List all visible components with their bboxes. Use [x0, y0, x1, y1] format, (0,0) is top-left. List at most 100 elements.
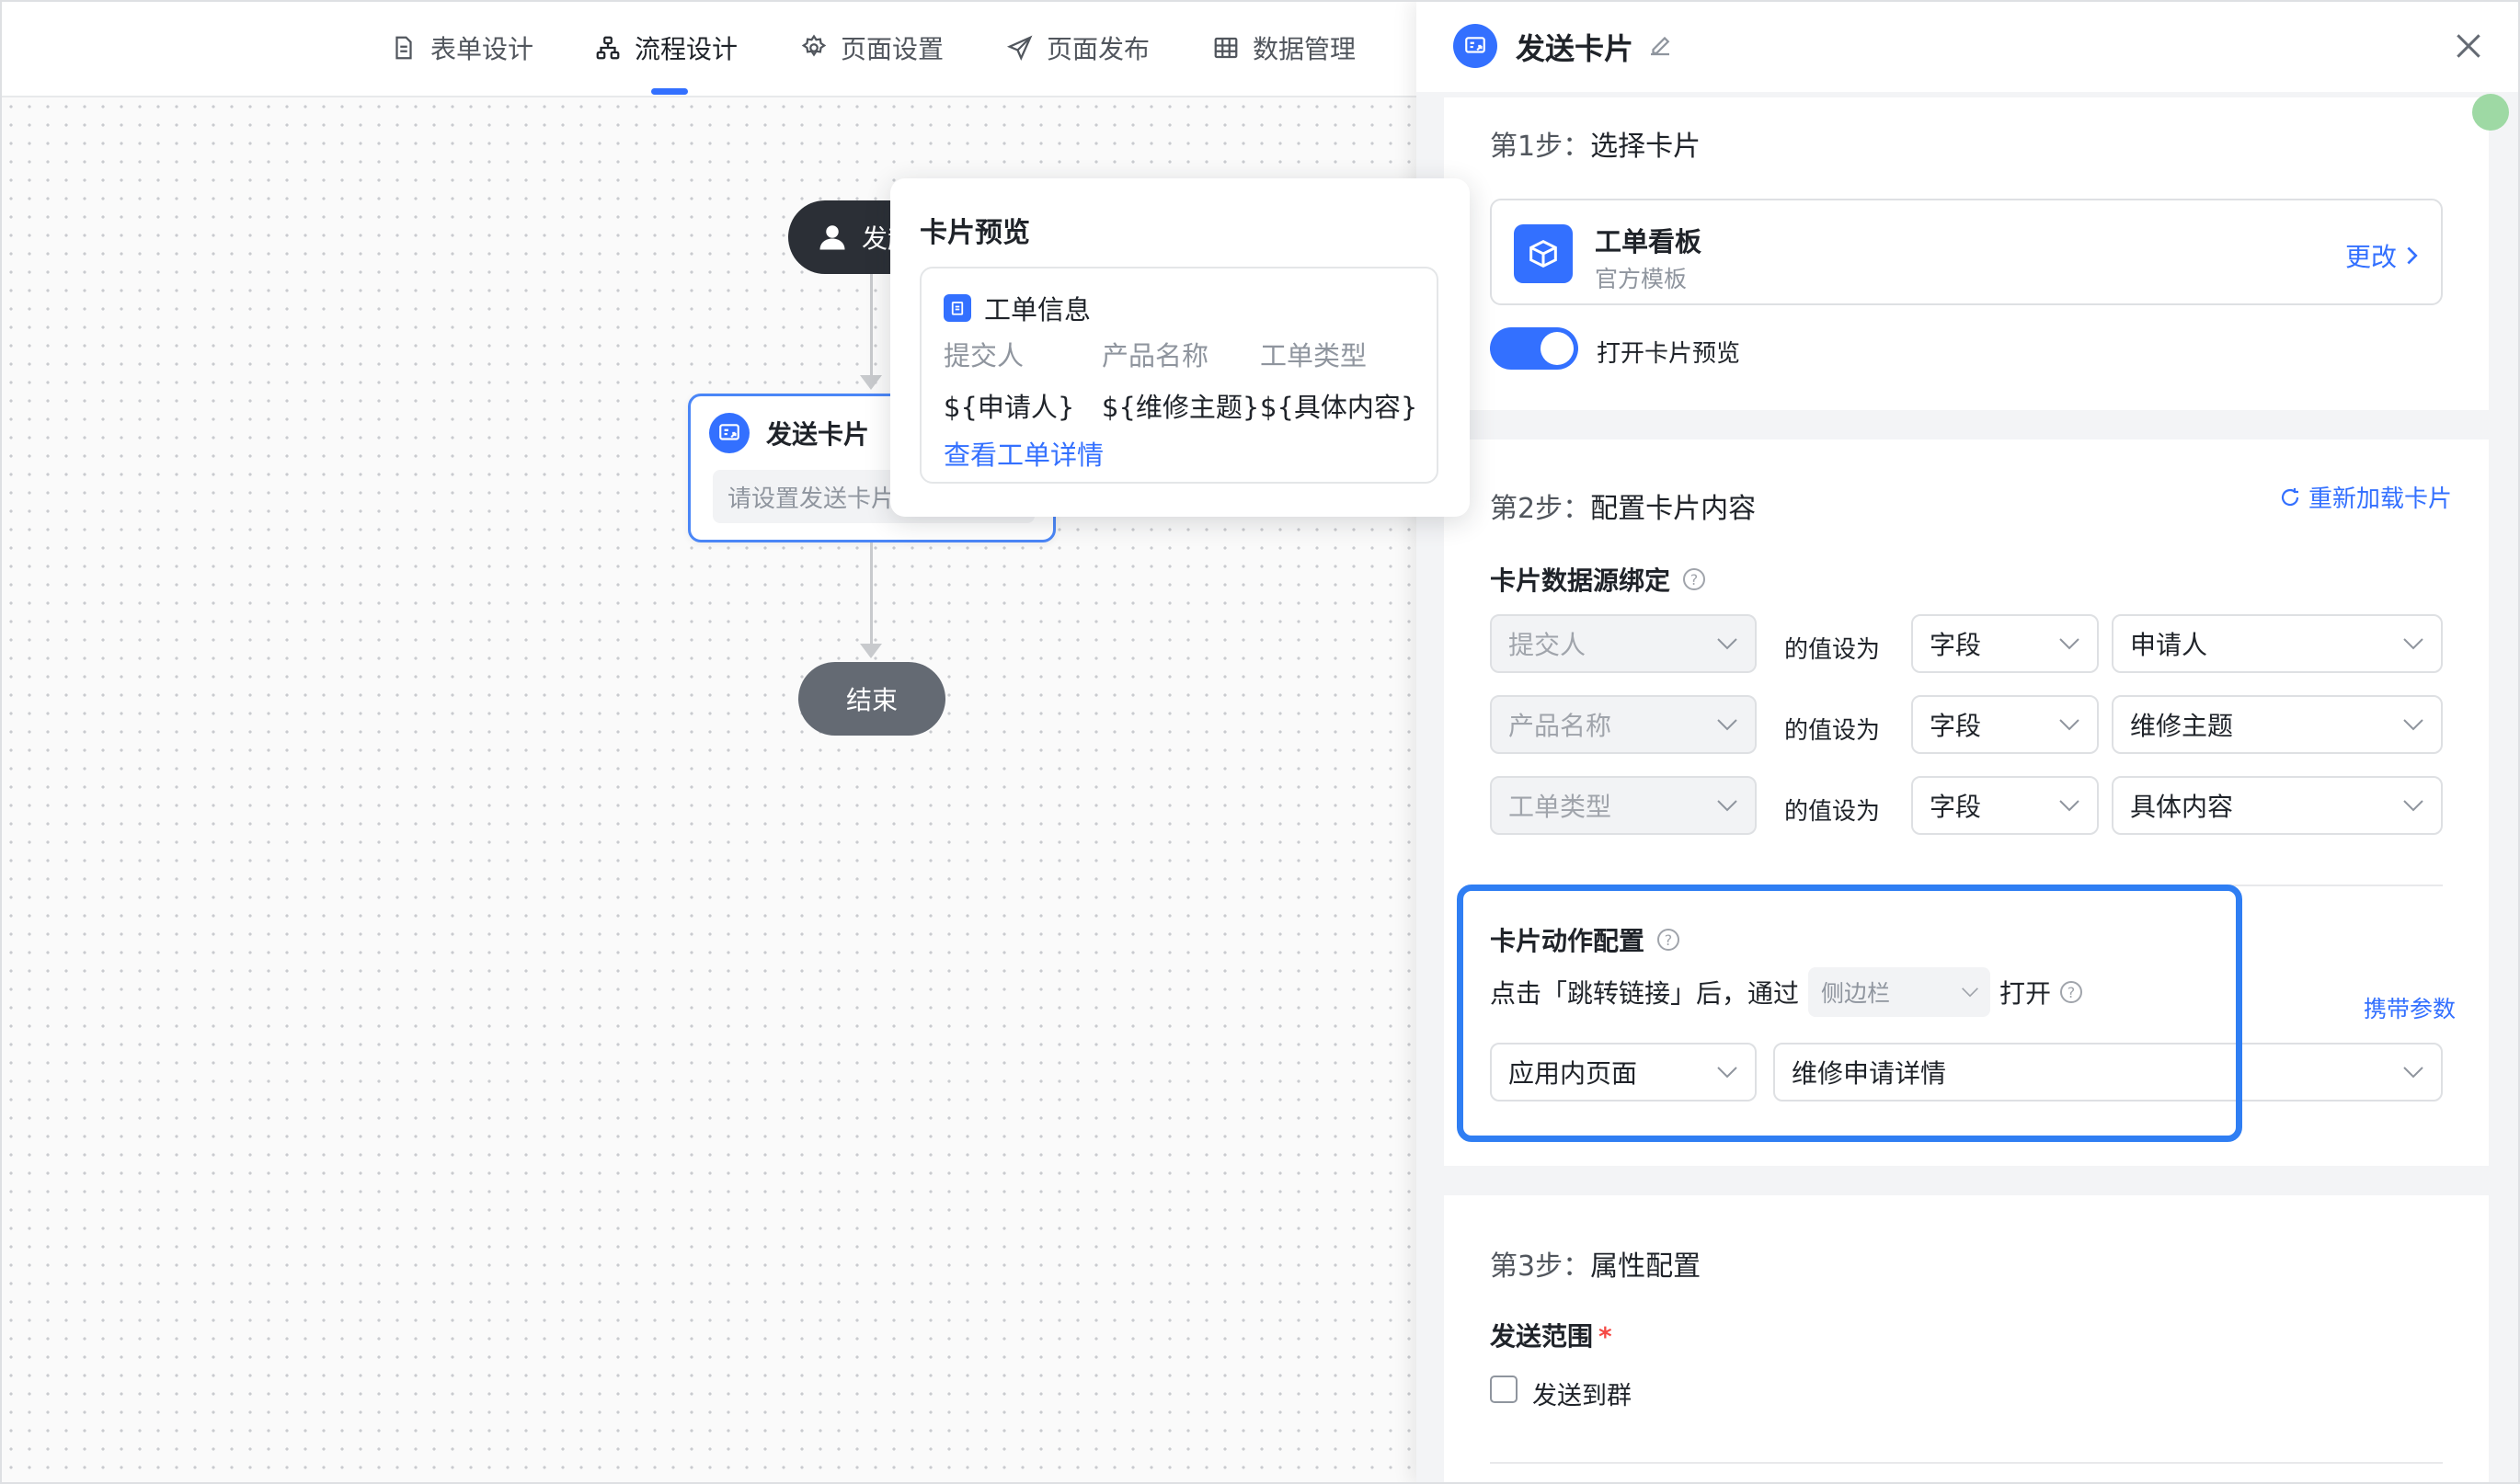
tab-label: 表单设计: [430, 34, 534, 64]
action-suffix: 打开: [1999, 978, 2052, 1009]
binding-value-select[interactable]: 申请人: [2112, 614, 2443, 673]
chevron-down-icon: [2403, 638, 2423, 650]
top-nav: 表单设计 流程设计 页面设置 页面发布 数据管理: [0, 0, 1416, 97]
edit-icon[interactable]: [1646, 31, 1674, 59]
board-icon: [1514, 224, 1573, 283]
binding-type-select[interactable]: 字段: [1911, 695, 2099, 754]
end-node-label: 结束: [845, 685, 898, 715]
document-icon: [395, 36, 412, 60]
connector-line: [870, 542, 873, 645]
change-template-button[interactable]: 更改: [2345, 237, 2421, 274]
tab-page-publish[interactable]: 页面发布: [1006, 28, 1150, 68]
chevron-down-icon: [2059, 719, 2079, 731]
chevron-down-icon: [1717, 638, 1737, 650]
preview-field-label: 工单类型: [1260, 340, 1368, 371]
help-icon[interactable]: ?: [2060, 981, 2083, 1003]
page-type-select[interactable]: 应用内页面: [1490, 1043, 1757, 1102]
binding-value-select[interactable]: 具体内容: [2112, 776, 2443, 835]
card-preview-popover: 卡片预览 工单信息 提交人 ${申请人} 产品名称 ${维修主题} 工单类型 $…: [890, 178, 1470, 517]
gear-icon: [801, 34, 827, 57]
step3-title: 第3步：属性配置: [1490, 1250, 1701, 1283]
action-description: 点击「跳转链接」后，通过 侧边栏 打开 ?: [1490, 967, 2083, 1017]
send-card-drawer: 发送卡片 第1步：选择卡片 工单看板 官方模板 更改 打开卡片预览 第2步：配置…: [1416, 0, 2520, 1484]
tab-flow-design[interactable]: 流程设计: [594, 28, 738, 68]
help-icon[interactable]: ?: [1683, 568, 1706, 590]
template-box: 工单看板 官方模板 更改: [1490, 199, 2443, 305]
preview-card: 工单信息 提交人 ${申请人} 产品名称 ${维修主题} 工单类型 ${具体内容…: [920, 267, 1438, 484]
binding-type-select[interactable]: 字段: [1911, 614, 2099, 673]
preview-title: 卡片预览: [920, 217, 1030, 249]
binding-target-select: 工单类型: [1490, 776, 1757, 835]
user-icon: [819, 225, 845, 250]
tab-label: 数据管理: [1253, 34, 1357, 64]
chevron-down-icon: [1717, 1067, 1737, 1079]
preview-field: 产品名称 ${维修主题}: [1102, 335, 1259, 425]
tab-label: 页面发布: [1047, 34, 1151, 64]
binding-target-select: 提交人: [1490, 614, 1757, 673]
drawer-title: 发送卡片: [1516, 31, 1634, 66]
refresh-icon: [2281, 487, 2299, 506]
action-prefix: 点击「跳转链接」后，通过: [1490, 978, 1800, 1009]
action-config-title: 卡片动作配置?: [1490, 921, 1680, 958]
active-tab-indicator: [651, 88, 688, 95]
preview-field: 工单类型 ${具体内容}: [1260, 335, 1417, 425]
tab-form-design[interactable]: 表单设计: [390, 28, 533, 68]
step2-section: 第2步：配置卡片内容 重新加载卡片 卡片数据源绑定? 提交人 的值设为 字段 申…: [1444, 439, 2489, 1166]
reload-card-button[interactable]: 重新加载卡片: [2279, 480, 2452, 514]
value-as-label: 的值设为: [1784, 717, 1881, 745]
binding-value-select[interactable]: 维修主题: [2112, 695, 2443, 754]
reload-label: 重新加载卡片: [2308, 485, 2453, 513]
close-icon[interactable]: [2450, 28, 2487, 64]
connector-line: [870, 274, 873, 377]
step1-section: 第1步：选择卡片 工单看板 官方模板 更改 打开卡片预览: [1444, 97, 2489, 410]
clipboard-icon: [944, 294, 971, 322]
preview-field: 提交人 ${申请人}: [944, 335, 1074, 425]
send-to-group-label: 发送到群: [1532, 1382, 1632, 1410]
template-name: 工单看板: [1595, 226, 1702, 257]
tab-page-settings[interactable]: 页面设置: [800, 28, 944, 68]
flow-icon: [596, 36, 620, 60]
carry-params-link[interactable]: 携带参数: [2364, 991, 2456, 1024]
value-as-label: 的值设为: [1784, 798, 1881, 826]
preview-field-value: ${具体内容}: [1260, 392, 1418, 423]
preview-field-value: ${维修主题}: [1102, 392, 1260, 423]
send-to-group-checkbox[interactable]: [1490, 1376, 1518, 1403]
binding-target-select: 产品名称: [1490, 695, 1757, 754]
chevron-down-icon: [1962, 987, 1978, 998]
step3-section: 第3步：属性配置 发送范围 * 发送到群: [1444, 1195, 2489, 1484]
table-icon: [1214, 37, 1238, 59]
change-label: 更改: [2345, 242, 2398, 272]
tab-data-management[interactable]: 数据管理: [1212, 28, 1356, 68]
status-dot: [2472, 94, 2509, 131]
chevron-right-icon: [2407, 246, 2418, 265]
preview-toggle[interactable]: [1490, 327, 1578, 370]
preview-toggle-label: 打开卡片预览: [1597, 340, 1741, 368]
drawer-header: 发送卡片: [1416, 0, 2520, 92]
preview-field-label: 产品名称: [1102, 340, 1209, 371]
connector-arrow: [860, 644, 882, 658]
chevron-down-icon: [2403, 719, 2423, 731]
chevron-down-icon: [2403, 800, 2423, 812]
required-mark: *: [1598, 1321, 1612, 1352]
step1-title: 第1步：选择卡片: [1490, 131, 1701, 163]
card-icon: [1453, 24, 1497, 68]
preview-card-title: 工单信息: [984, 294, 1092, 325]
tab-label: 页面设置: [841, 34, 945, 64]
binding-type-select[interactable]: 字段: [1911, 776, 2099, 835]
preview-field-label: 提交人: [944, 340, 1025, 371]
chevron-down-icon: [2403, 1067, 2423, 1079]
help-icon[interactable]: ?: [1657, 929, 1680, 951]
divider: [1490, 885, 2443, 886]
value-as-label: 的值设为: [1784, 636, 1881, 664]
chevron-down-icon: [2059, 800, 2079, 812]
preview-field-value: ${申请人}: [944, 392, 1075, 423]
binding-title: 卡片数据源绑定?: [1490, 561, 1706, 598]
view-ticket-detail-link[interactable]: 查看工单详情: [944, 434, 1104, 473]
page-target-select[interactable]: 维修申请详情: [1773, 1043, 2443, 1102]
chevron-down-icon: [2059, 638, 2079, 650]
send-range-label: 发送范围 *: [1490, 1321, 1612, 1352]
end-node[interactable]: 结束: [798, 662, 945, 736]
open-via-select[interactable]: 侧边栏: [1808, 967, 1991, 1017]
connector-arrow: [860, 375, 882, 390]
tab-label: 流程设计: [635, 34, 739, 64]
